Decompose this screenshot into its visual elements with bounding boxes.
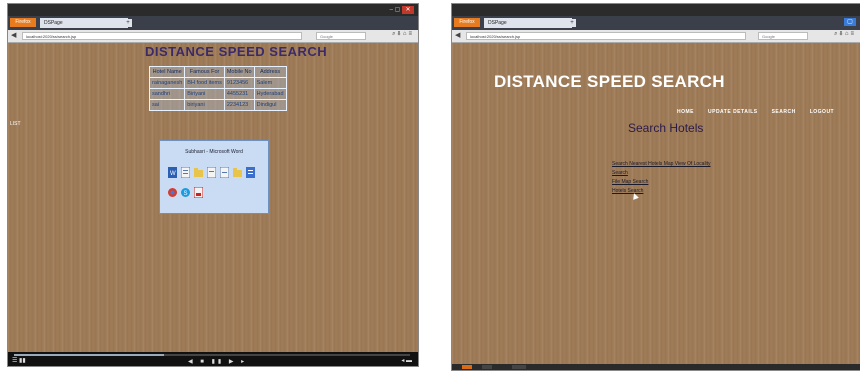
window-controls[interactable]: ▢	[844, 18, 856, 26]
nav-update-details[interactable]: UPDATE DETAILS	[708, 109, 758, 115]
table-cell: 2234123	[223, 99, 255, 111]
toolbar-icons[interactable]: ⌕⇩⌂≡	[834, 31, 856, 38]
new-tab-icon[interactable]: +	[124, 19, 132, 27]
pdf-icon[interactable]	[194, 187, 203, 198]
column-header: Hotel Name	[148, 66, 186, 78]
media-menu-icon[interactable]: ☰ ▮▮	[12, 357, 26, 364]
table-cell: 4455231	[223, 88, 255, 100]
doc-icon[interactable]	[181, 167, 190, 178]
table-cell: Dindigul	[253, 99, 287, 111]
window-titlebar	[452, 4, 860, 16]
tab-bar: Firefox DSPage +	[8, 16, 418, 30]
link-nearest-hotels-map[interactable]: Search Nearest Hotels Map View Of Locali…	[612, 161, 711, 167]
popup-icon-row: W	[168, 167, 255, 178]
nav-logout[interactable]: LOGOUT	[810, 109, 834, 115]
taskbar-item[interactable]	[512, 365, 526, 369]
list-icon[interactable]	[246, 167, 255, 178]
search-links: Search Nearest Hotels Map View Of Locali…	[612, 161, 711, 197]
firefox-menu-button[interactable]: Firefox	[454, 18, 480, 27]
page-title: DISTANCE SPEED SEARCH	[145, 44, 328, 59]
chrome-icon[interactable]	[168, 187, 177, 198]
link-file-map-search[interactable]: File Map Search	[612, 179, 711, 185]
page-content: DISTANCE SPEED SEARCH Hotel Name Famous …	[8, 43, 418, 352]
table-cell: Salem	[253, 77, 287, 89]
table-cell: biriyani	[184, 99, 225, 111]
folder-icon[interactable]	[194, 167, 203, 178]
close-icon[interactable]: ✕	[402, 6, 414, 14]
svg-text:S: S	[184, 191, 188, 197]
browser-tab[interactable]: DSPage	[484, 18, 572, 28]
back-arrow-icon[interactable]: ◀	[11, 31, 16, 39]
side-label: LIST	[10, 121, 21, 127]
table-row: sandhri Biriyani 4455231 Hyderabad	[148, 88, 287, 100]
search-box[interactable]: Google	[758, 32, 808, 40]
link-search[interactable]: Search	[612, 170, 711, 176]
taskbar-item[interactable]	[462, 365, 472, 369]
screenshot-left: – ▢ ✕ Firefox DSPage + ◀ localhost:2020/…	[7, 3, 419, 367]
taskbar-item[interactable]	[482, 365, 492, 369]
table-cell: BH food items	[184, 77, 225, 89]
table-cell: sandhri	[148, 88, 186, 100]
restore-icon[interactable]: ▢	[844, 18, 856, 26]
firefox-menu-button[interactable]: Firefox	[10, 18, 36, 27]
back-arrow-icon[interactable]: ◀	[455, 31, 460, 39]
doc-icon[interactable]	[207, 167, 216, 178]
table-cell: sai	[148, 99, 186, 111]
word-icon[interactable]: W	[168, 167, 177, 178]
browser-tab[interactable]: DSPage	[40, 18, 128, 28]
table-header-row: Hotel Name Famous For Mobile No Address	[148, 66, 287, 78]
brand-title: DISTANCE SPEED SEARCH	[494, 72, 725, 91]
column-header: Address	[253, 66, 287, 78]
popup-title: Subhasri - Microsoft Word	[185, 149, 243, 155]
svg-text:W: W	[170, 171, 176, 177]
media-control-bar: ☰ ▮▮ ◀ ■ ▮▮ ▶ ▸ ◂ ▬	[8, 352, 418, 366]
media-playback-controls[interactable]: ◀ ■ ▮▮ ▶ ▸	[188, 358, 247, 365]
skype-icon[interactable]: S	[181, 187, 190, 198]
popup-icon-row: S	[168, 187, 203, 198]
table-cell: Biriyani	[184, 88, 225, 100]
screenshot-right: Firefox DSPage + ▢ ◀ localhost:2020/ss/s…	[451, 3, 860, 371]
volume-icon[interactable]: ◂ ▬	[401, 357, 412, 364]
window-controls[interactable]: – ▢ ✕	[390, 6, 414, 14]
taskbar	[452, 364, 860, 370]
table-cell: rainaganesh	[148, 77, 186, 89]
nav-search[interactable]: SEARCH	[772, 109, 796, 115]
column-header: Famous For	[184, 66, 225, 78]
taskbar-popup: Subhasri - Microsoft Word W S	[159, 140, 269, 214]
page-heading: Search Hotels	[628, 121, 704, 135]
folder-icon[interactable]	[233, 167, 242, 178]
new-tab-icon[interactable]: +	[568, 19, 576, 27]
column-header: Mobile No	[223, 66, 255, 78]
table-row: sai biriyani 2234123 Dindigul	[148, 99, 287, 111]
toolbar-icons[interactable]: ⌕⇩⌂≡	[392, 31, 414, 38]
table-cell: 9123456	[223, 77, 255, 89]
page-content: DISTANCE SPEED SEARCH HOME UPDATE DETAIL…	[452, 43, 860, 364]
window-titlebar: – ▢ ✕	[8, 4, 418, 16]
address-bar[interactable]: localhost:2020/ss/search.jsp	[466, 32, 746, 40]
link-hotels-search[interactable]: Hotels Search	[612, 188, 711, 194]
nav-home[interactable]: HOME	[677, 109, 694, 115]
table-row: rainaganesh BH food items 9123456 Salem	[148, 77, 287, 89]
progress-bar[interactable]	[14, 354, 410, 356]
search-box[interactable]: Google	[316, 32, 366, 40]
doc-icon[interactable]	[220, 167, 229, 178]
navigation-bar: ◀ localhost:2020/ss/search.jsp Google ⌕⇩…	[452, 30, 860, 43]
navigation-bar: ◀ localhost:2020/ss/search.jsp Google ⌕⇩…	[8, 30, 418, 43]
address-bar[interactable]: localhost:2020/ss/search.jsp	[22, 32, 302, 40]
main-nav: HOME UPDATE DETAILS SEARCH LOGOUT	[677, 109, 834, 115]
tab-bar: Firefox DSPage + ▢	[452, 16, 860, 30]
table-cell: Hyderabad	[253, 88, 287, 100]
hotels-table: Hotel Name Famous For Mobile No Address …	[148, 66, 287, 111]
progress-fill	[14, 354, 165, 356]
